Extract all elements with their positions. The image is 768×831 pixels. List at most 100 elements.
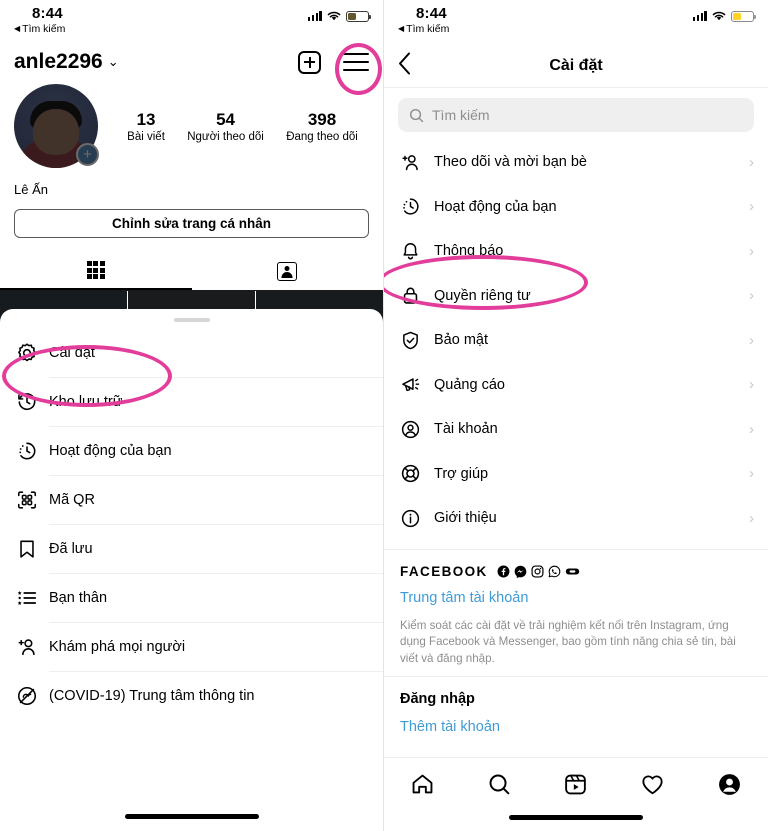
sheet-item-label: Mã QR — [49, 491, 95, 508]
bookmark-icon — [16, 538, 46, 560]
stat-following[interactable]: 398 Đang theo dõi — [286, 109, 358, 142]
settings-item-label: Quyền riêng tư — [434, 287, 531, 304]
tab-activity[interactable] — [639, 770, 667, 798]
oculus-icon — [565, 568, 579, 574]
sheet-item-label: (COVID-19) Trung tâm thông tin — [49, 687, 255, 704]
archive-clock-icon — [16, 391, 46, 413]
profile-avatar-icon — [719, 773, 740, 795]
chevron-left-icon[interactable] — [398, 52, 411, 80]
sheet-item-settings[interactable]: Cài đặt — [0, 328, 383, 377]
settings-item-label: Hoạt động của bạn — [434, 198, 557, 215]
settings-item-about[interactable]: Giới thiệu › — [384, 496, 768, 541]
instagram-icon — [531, 564, 544, 578]
settings-item-privacy[interactable]: Quyền riêng tư › — [384, 274, 768, 319]
account-center-link[interactable]: Trung tâm tài khoản — [400, 590, 752, 606]
stats-group: 13 Bài viết 54 Người theo dõi 398 Đang t… — [116, 109, 369, 142]
activity-clock-icon — [16, 440, 46, 462]
chevron-right-icon: › — [749, 420, 754, 438]
sheet-item-discover-people[interactable]: Khám phá mọi người — [0, 622, 383, 671]
settings-item-follow-invite[interactable]: Theo dõi và mời bạn bè › — [384, 140, 768, 185]
facebook-brand-icons — [497, 564, 580, 578]
activity-clock-icon — [400, 196, 431, 217]
profile-menu-sheet: Cài đặt Kho lưu trữ Hoạt động của bạn Mã… — [0, 309, 383, 831]
profile-full-name: Lê Ấn — [14, 182, 48, 197]
avatar[interactable]: + — [14, 84, 99, 168]
add-story-badge-icon[interactable]: + — [76, 143, 99, 166]
add-post-icon[interactable] — [298, 50, 321, 74]
edit-profile-button[interactable]: Chỉnh sửa trang cá nhân — [14, 209, 369, 238]
sheet-item-qr-code[interactable]: Mã QR — [0, 475, 383, 524]
status-back-label: Tìm kiếm — [22, 23, 66, 35]
settings-item-notifications[interactable]: Thông báo › — [384, 229, 768, 274]
hamburger-menu-icon[interactable] — [343, 53, 369, 71]
tab-reels[interactable] — [562, 770, 590, 798]
tagged-tab[interactable] — [192, 252, 384, 290]
shield-check-icon — [400, 330, 431, 351]
facebook-section: FACEBOOK Trung tâm tài khoản Kiểm soát c… — [384, 550, 768, 668]
profile-username: anle2296 — [14, 50, 103, 73]
sheet-item-covid-info[interactable]: (COVID-19) Trung tâm thông tin — [0, 671, 383, 720]
sheet-item-archive[interactable]: Kho lưu trữ — [0, 377, 383, 426]
sheet-item-label: Hoạt động của bạn — [49, 442, 172, 459]
search-placeholder: Tìm kiếm — [432, 107, 490, 123]
stat-posts[interactable]: 13 Bài viết — [127, 109, 165, 142]
search-icon — [489, 774, 510, 794]
whatsapp-icon — [548, 565, 561, 577]
chevron-right-icon: › — [749, 198, 754, 216]
settings-item-security[interactable]: Bảo mật › — [384, 318, 768, 363]
status-back-to-app[interactable]: ◀ Tìm kiếm — [398, 23, 449, 35]
search-container: Tìm kiếm — [384, 88, 768, 140]
settings-item-label: Thông báo — [434, 243, 504, 260]
wifi-icon — [712, 11, 726, 21]
tab-home[interactable] — [408, 770, 436, 798]
tab-profile[interactable] — [716, 770, 744, 798]
settings-list: Theo dõi và mời bạn bè › Hoạt động của b… — [384, 140, 768, 541]
posts-grid-tab[interactable] — [0, 252, 192, 290]
dimmed-profile-background: 8:44 ◀ Tìm kiếm anle2296 ⌄ + 13 Bài viết… — [0, 0, 383, 351]
gear-icon — [16, 342, 46, 364]
status-time: 8:44 — [416, 5, 447, 22]
settings-item-ads[interactable]: Quảng cáo › — [384, 363, 768, 408]
section-divider — [384, 675, 768, 677]
search-input[interactable]: Tìm kiếm — [398, 98, 754, 132]
right-phone-screen: 8:44 ◀ Tìm kiếm Cài đặt Tìm kiếm Theo dõ… — [384, 0, 768, 831]
settings-item-help[interactable]: Trợ giúp › — [384, 452, 768, 497]
facebook-heading-row: FACEBOOK — [400, 564, 752, 579]
settings-item-label: Bảo mật — [434, 332, 488, 349]
profile-stats-row: + 13 Bài viết 54 Người theo dõi 398 Đang… — [0, 84, 383, 168]
username-switcher[interactable]: anle2296 ⌄ — [14, 50, 119, 74]
chevron-right-icon: › — [749, 376, 754, 394]
status-back-to-app[interactable]: ◀ Tìm kiếm — [14, 23, 65, 35]
cellular-signal-icon — [692, 11, 707, 21]
settings-item-account[interactable]: Tài khoản › — [384, 407, 768, 452]
profile-header: anle2296 ⌄ — [0, 44, 383, 84]
login-section-heading: Đăng nhập — [400, 690, 475, 707]
lifebuoy-icon — [400, 463, 431, 484]
sheet-item-saved[interactable]: Đã lưu — [0, 524, 383, 573]
stat-label: Đang theo dõi — [286, 130, 358, 143]
stat-label: Bài viết — [127, 130, 165, 143]
status-back-label: Tìm kiếm — [406, 23, 450, 35]
qr-code-icon — [16, 489, 46, 511]
add-account-link[interactable]: Thêm tài khoản — [384, 719, 768, 735]
bell-icon — [400, 241, 431, 262]
chevron-right-icon: › — [749, 331, 754, 349]
page-title: Cài đặt — [549, 56, 603, 74]
home-indicator — [124, 814, 259, 819]
sheet-menu-list: Cài đặt Kho lưu trữ Hoạt động của bạn Mã… — [0, 322, 383, 720]
reels-icon — [565, 774, 587, 794]
settings-item-your-activity[interactable]: Hoạt động của bạn › — [384, 185, 768, 230]
tab-search[interactable] — [485, 770, 513, 798]
sheet-item-close-friends[interactable]: Bạn thân — [0, 573, 383, 622]
covid-info-icon — [16, 685, 46, 707]
sheet-item-your-activity[interactable]: Hoạt động của bạn — [0, 426, 383, 475]
stat-value: 398 — [307, 110, 337, 130]
stat-followers[interactable]: 54 Người theo dõi — [187, 109, 264, 142]
battery-icon — [346, 10, 371, 22]
sheet-item-label: Khám phá mọi người — [49, 638, 186, 655]
wifi-icon — [327, 11, 341, 21]
chevron-right-icon: › — [749, 242, 754, 260]
discover-people-icon — [16, 636, 46, 658]
status-time: 8:44 — [32, 5, 63, 22]
sheet-item-label: Đã lưu — [49, 540, 93, 557]
